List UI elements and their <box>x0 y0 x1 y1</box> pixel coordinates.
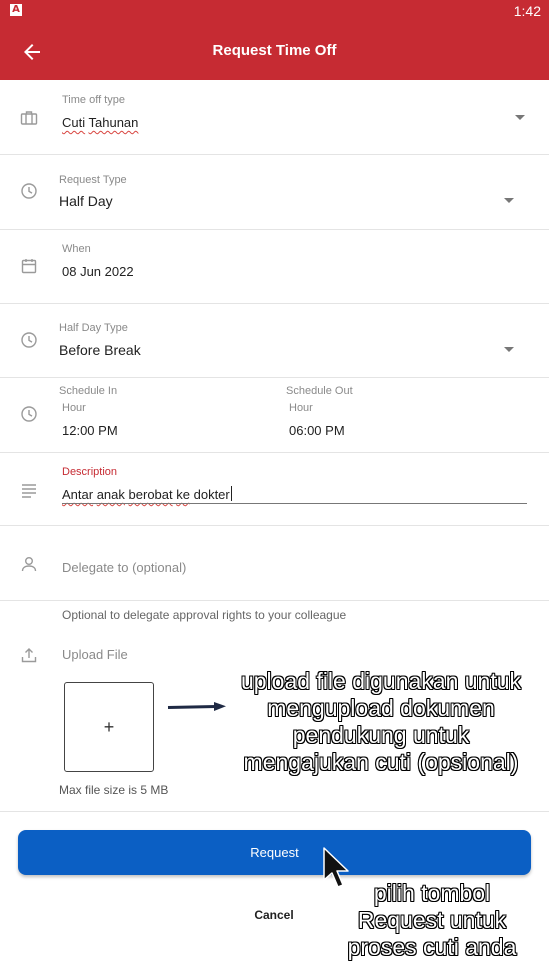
notes-icon <box>22 484 36 498</box>
schedule-out-hour-label: Hour <box>289 402 313 414</box>
person-icon <box>21 557 37 572</box>
clock-icon <box>21 406 37 422</box>
upload-annotation: upload file digunakan untuk mengupload d… <box>240 668 522 775</box>
description-field[interactable]: Description Antar anak berobat ke dokter <box>0 453 549 526</box>
status-bar: A 1:42 <box>0 0 549 22</box>
request-type-value: Half Day <box>59 193 113 209</box>
schedule-in-label: Schedule In <box>59 385 118 397</box>
clock-icon <box>21 332 37 348</box>
request-type-label: Request Type <box>59 174 127 186</box>
schedule-in-value[interactable]: 12:00 PM <box>62 423 118 438</box>
upload-icon <box>21 648 37 663</box>
description-underline <box>62 503 527 504</box>
app-bar: Request Time Off <box>0 22 549 80</box>
upload-file-label: Upload File <box>62 647 128 662</box>
schedule-out-label: Schedule Out <box>286 385 353 397</box>
delegate-helper-text: Optional to delegate approval rights to … <box>62 608 347 622</box>
when-value: 08 Jun 2022 <box>62 264 134 279</box>
chevron-down-icon <box>504 347 514 352</box>
time-off-type-field[interactable]: Time off type Cuti Tahunan <box>0 80 549 155</box>
description-label: Description <box>62 466 118 478</box>
status-time: 1:42 <box>513 3 541 19</box>
time-off-type-value: Cuti Tahunan <box>62 115 139 130</box>
delegate-placeholder: Delegate to (optional) <box>62 560 187 575</box>
text-caret <box>230 486 232 501</box>
schedule-in-hour-label: Hour <box>62 402 86 414</box>
clock-icon <box>21 183 37 199</box>
request-annotation: pilih tombol Request untuk proses cuti a… <box>347 880 517 960</box>
chevron-down-icon <box>504 198 514 203</box>
half-day-type-field[interactable]: Half Day Type Before Break <box>0 304 549 378</box>
delegate-field[interactable]: Delegate to (optional) <box>0 526 549 601</box>
briefcase-icon <box>20 111 38 125</box>
annotation-arrow-icon <box>167 702 226 711</box>
plus-icon: + <box>103 716 115 737</box>
divider <box>0 811 549 812</box>
when-field[interactable]: When 08 Jun 2022 <box>0 230 549 304</box>
when-label: When <box>62 243 91 255</box>
request-button[interactable]: Request <box>18 830 531 875</box>
app-notification-icon: A <box>10 4 22 16</box>
request-type-field[interactable]: Request Type Half Day <box>0 155 549 230</box>
schedule-field: Schedule In Hour 12:00 PM Schedule Out H… <box>0 378 549 453</box>
time-off-type-label: Time off type <box>62 94 125 106</box>
cancel-button[interactable]: Cancel <box>234 908 314 926</box>
half-day-type-value: Before Break <box>59 342 141 358</box>
description-input[interactable]: Antar anak berobat ke dokter <box>62 486 232 502</box>
calendar-icon <box>21 259 37 274</box>
half-day-type-label: Half Day Type <box>59 322 128 334</box>
page-title: Request Time Off <box>212 42 337 59</box>
upload-file-button[interactable]: + <box>64 682 154 772</box>
chevron-down-icon <box>515 115 525 120</box>
schedule-out-value[interactable]: 06:00 PM <box>289 423 345 438</box>
max-file-size-text: Max file size is 5 MB <box>59 783 169 797</box>
